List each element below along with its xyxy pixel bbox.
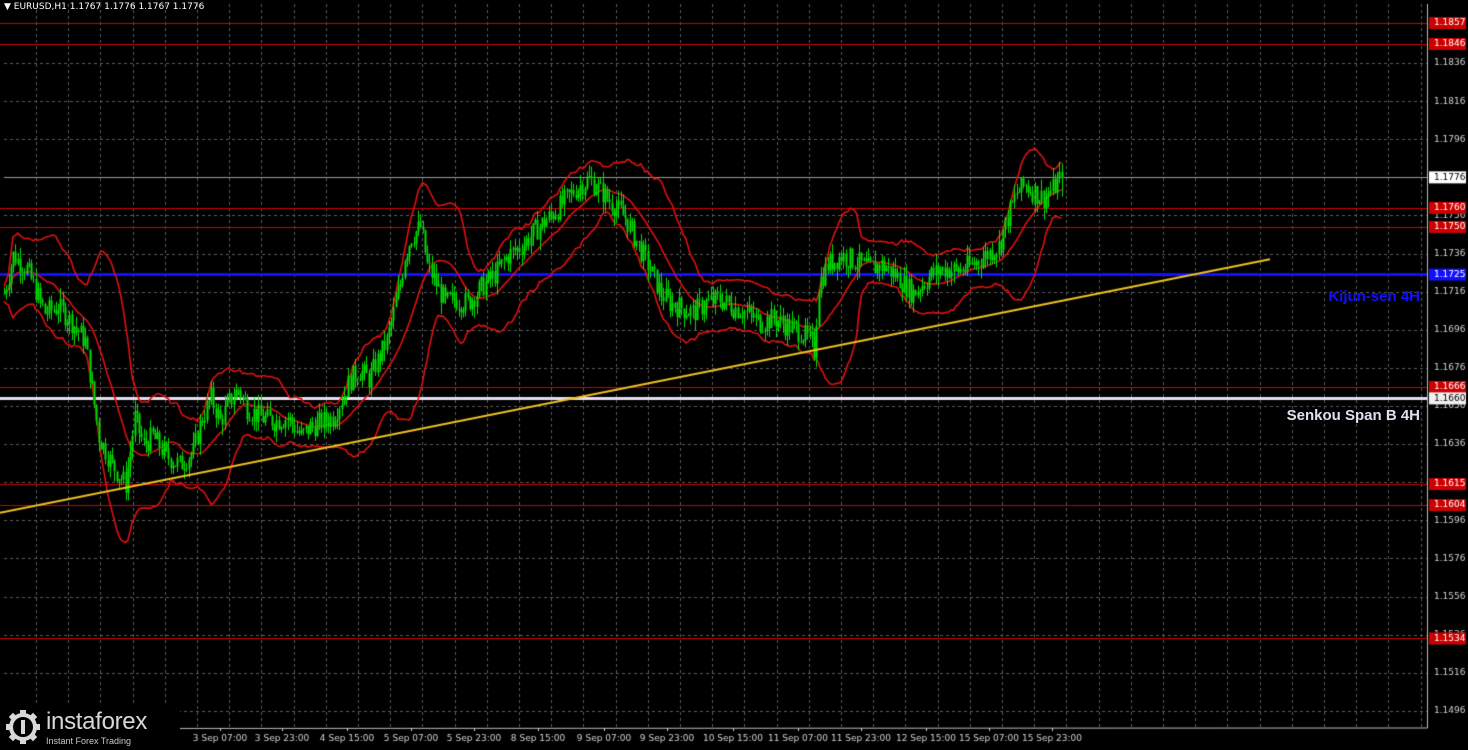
senkou-span-b-label: Senkou Span B 4H (1286, 407, 1420, 424)
price-chart[interactable] (0, 0, 1468, 750)
logo-tagline: Instant Forex Trading (46, 736, 132, 746)
logo-brand: instaforex (46, 708, 148, 735)
kijun-sen-label: Kijun-sen 4H (1328, 288, 1420, 305)
symbol-header: ▼ EURUSD,H1 1.1767 1.1776 1.1767 1.1776 (4, 2, 205, 12)
gear-logo-icon (6, 710, 40, 744)
instaforex-logo: instaforex Instant Forex Trading (0, 706, 180, 750)
